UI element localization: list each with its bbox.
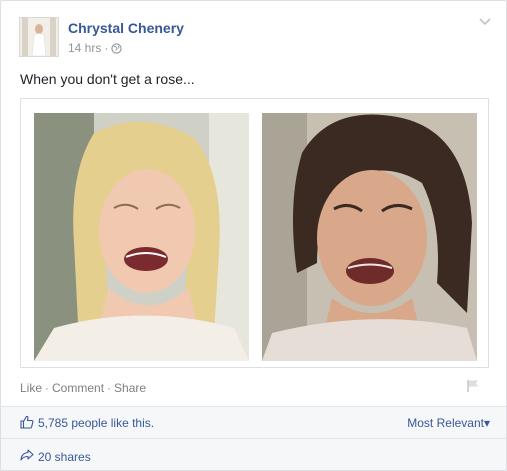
- post-card: Chrystal Chenery 14 hrs · When you don't…: [0, 0, 507, 471]
- crying-blonde-photo: [34, 113, 249, 361]
- shares-summary: 20 shares: [1, 438, 506, 470]
- action-separator: ·: [45, 381, 50, 395]
- shares-count[interactable]: 20 shares: [38, 450, 91, 464]
- sort-label: Most Relevant: [407, 416, 484, 430]
- globe-icon[interactable]: [111, 42, 122, 54]
- likes-summary: 5,785 people like this. Most Relevant▾: [1, 406, 506, 439]
- author-name[interactable]: Chrystal Chenery: [68, 20, 184, 36]
- share-link[interactable]: Share: [114, 381, 146, 395]
- timestamp[interactable]: 14 hrs: [68, 41, 101, 55]
- crying-brunette-photo: [262, 113, 477, 361]
- flag-icon[interactable]: [466, 379, 480, 393]
- share-arrow-icon: [20, 449, 34, 461]
- thumbs-up-icon: [20, 415, 34, 429]
- action-separator: ·: [107, 381, 112, 395]
- avatar-image: [20, 18, 58, 56]
- photo-right[interactable]: [262, 113, 477, 361]
- likes-count[interactable]: 5,785 people like this.: [38, 416, 154, 430]
- photo-attachment[interactable]: [20, 98, 489, 368]
- post-meta: 14 hrs ·: [68, 41, 122, 55]
- chevron-down-icon[interactable]: [478, 17, 492, 27]
- post-message: When you don't get a rose...: [20, 71, 195, 87]
- like-link[interactable]: Like: [20, 381, 42, 395]
- avatar[interactable]: [19, 17, 59, 57]
- post-actions: Like · Comment · Share: [20, 381, 146, 395]
- caret-down-icon: ▾: [483, 416, 490, 430]
- meta-dot: ·: [104, 41, 109, 55]
- sort-dropdown[interactable]: Most Relevant▾: [407, 416, 490, 430]
- photo-left[interactable]: [34, 113, 249, 361]
- comment-link[interactable]: Comment: [52, 381, 104, 395]
